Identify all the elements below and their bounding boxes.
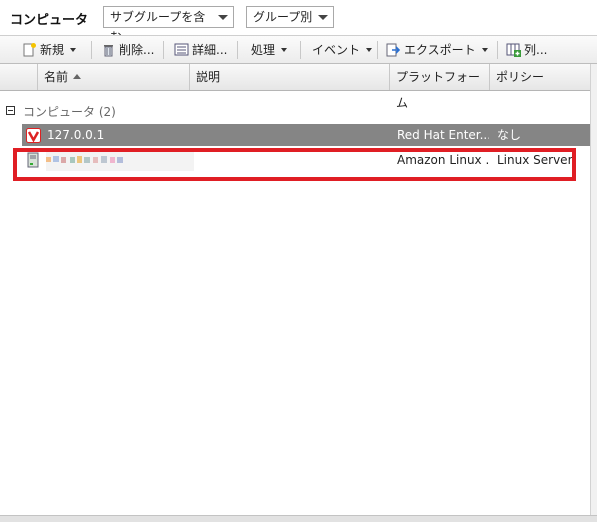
toolbar-separator (497, 41, 498, 59)
chevron-down-icon (70, 48, 77, 52)
export-icon (386, 43, 401, 57)
new-button[interactable]: 新規 (22, 40, 77, 60)
actions-button-label: 処理 (251, 43, 276, 57)
toolbar-separator (237, 41, 238, 59)
header-blank (0, 64, 38, 90)
toolbar: 新規 削除... 詳細... 処理 イベント エクスポート 列... (0, 35, 597, 64)
export-button-label: エクスポート (404, 43, 476, 57)
group-row[interactable]: コンピュータ (2) (6, 103, 116, 120)
chevron-down-icon (366, 48, 373, 52)
column-header-description[interactable]: 説明 (190, 64, 390, 90)
row-platform: Red Hat Enter... (397, 128, 489, 142)
new-button-label: 新規 (40, 43, 65, 57)
panel-title: コンピュータ (10, 13, 89, 28)
group-by-dropdown[interactable]: グループ別 (246, 6, 334, 28)
vertical-scrollbar[interactable] (590, 64, 597, 522)
table-header: 名前 説明 プラットフォーム ポリシー (0, 64, 590, 110)
toolbar-separator (300, 41, 301, 59)
columns-button-label: 列... (524, 43, 548, 57)
toolbar-separator (163, 41, 164, 59)
delete-button[interactable]: 削除... (101, 40, 154, 60)
new-document-icon (23, 43, 36, 57)
chevron-down-icon (281, 48, 288, 52)
collapse-icon[interactable] (6, 106, 15, 115)
actions-button[interactable]: 処理 (251, 40, 288, 60)
row-policy: なし (497, 128, 522, 142)
table-row[interactable]: 127.0.0.1 Red Hat Enter... なし (22, 124, 590, 146)
column-header-policy[interactable]: ポリシー (490, 64, 590, 90)
columns-button[interactable]: 列... (506, 40, 547, 60)
row-name: 127.0.0.1 (47, 128, 105, 142)
details-list-icon (174, 43, 189, 56)
chevron-down-icon (318, 15, 328, 20)
sort-ascending-icon (73, 74, 82, 79)
alert-shield-icon (26, 128, 41, 143)
export-button[interactable]: エクスポート (386, 40, 488, 60)
group-label: コンピュータ (2) (23, 105, 116, 119)
column-header-policy-label: ポリシー (496, 70, 545, 84)
columns-icon (506, 43, 521, 57)
column-header-description-label: 説明 (196, 70, 221, 84)
events-button-label: イベント (312, 43, 361, 57)
chevron-down-icon (218, 15, 228, 20)
toolbar-separator (377, 41, 378, 59)
chevron-down-icon (481, 48, 488, 52)
group-by-value: グループ別 (253, 10, 313, 24)
trash-icon (104, 45, 113, 57)
highlight-box (13, 148, 576, 181)
column-header-platform-label: プラットフォーム (396, 70, 481, 110)
subgroup-filter-dropdown[interactable]: サブグループを含む (103, 6, 234, 44)
toolbar-separator (91, 41, 92, 59)
events-button[interactable]: イベント (312, 40, 373, 60)
details-button-label: 詳細... (192, 43, 228, 57)
delete-button-label: 削除... (119, 43, 155, 57)
column-header-name-label: 名前 (44, 70, 69, 84)
bottom-border (0, 515, 597, 522)
column-header-platform[interactable]: プラットフォーム (390, 64, 490, 110)
panel-header: コンピュータ サブグループを含む グループ別 (0, 0, 597, 44)
column-header-name[interactable]: 名前 (38, 64, 190, 90)
details-button[interactable]: 詳細... (174, 40, 227, 60)
